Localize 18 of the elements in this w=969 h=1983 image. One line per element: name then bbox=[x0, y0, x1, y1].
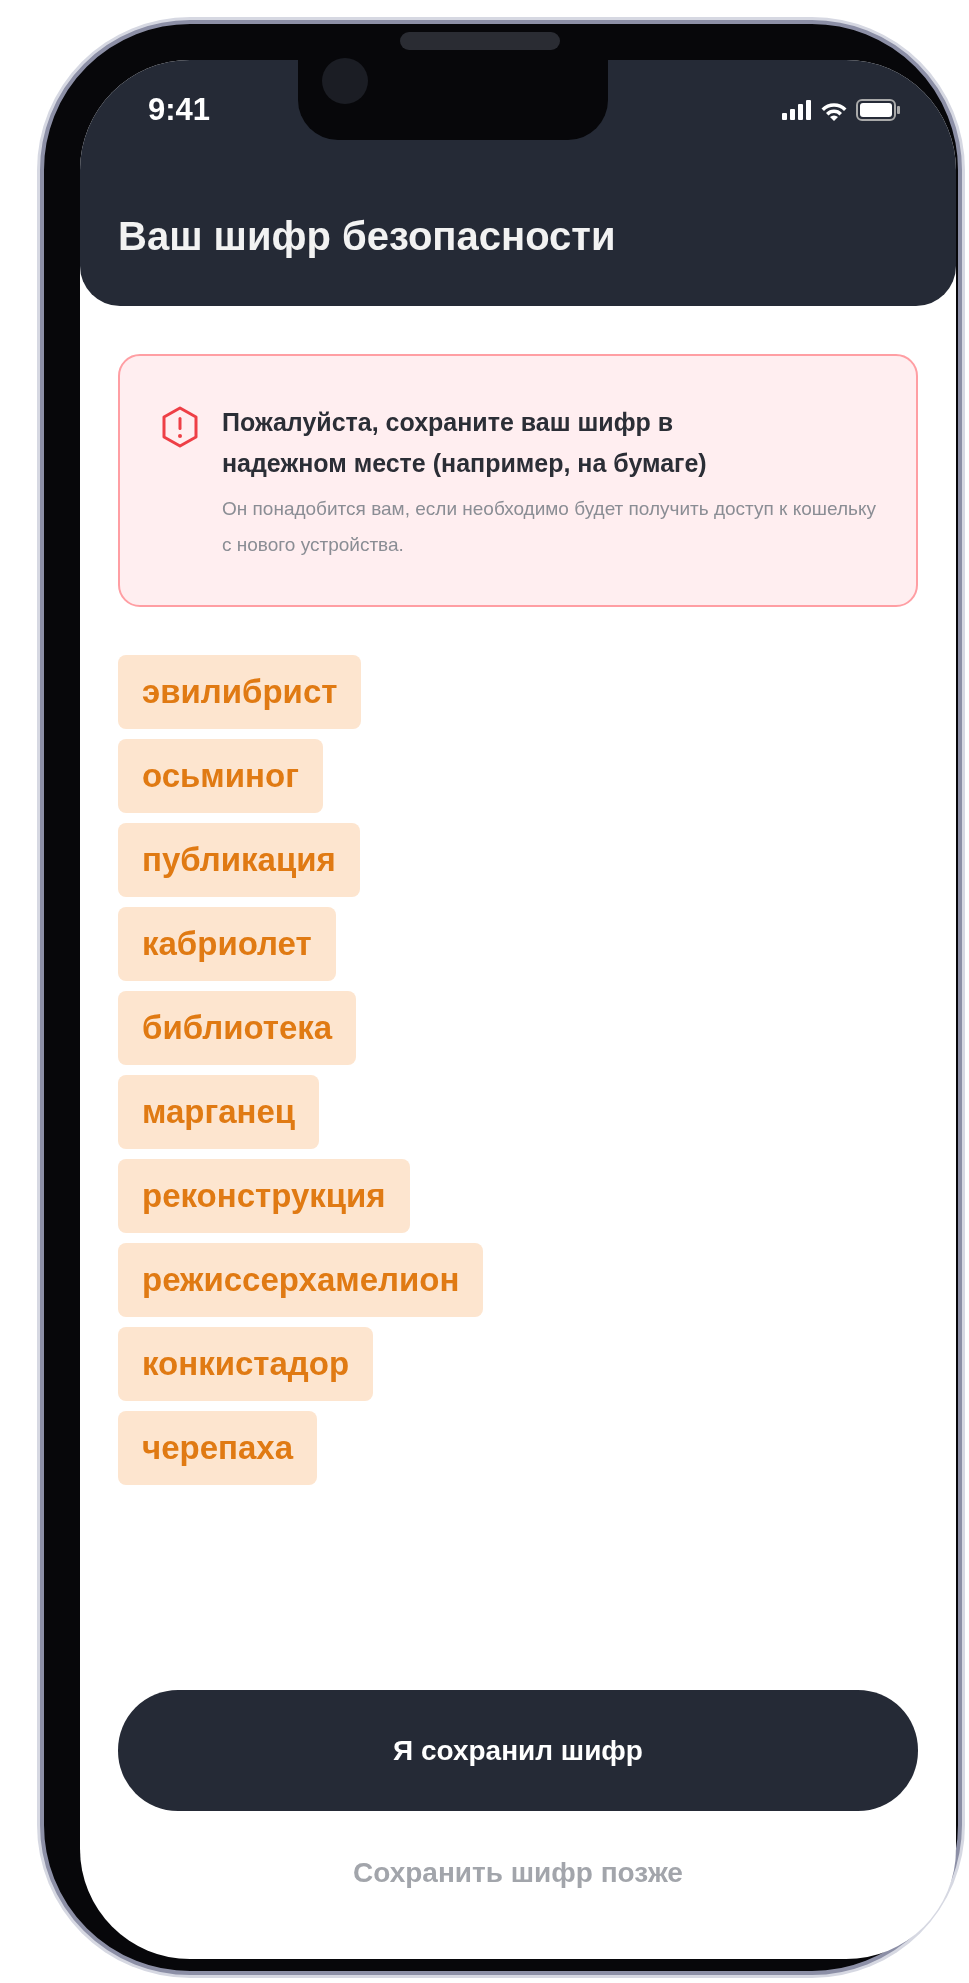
battery-icon bbox=[856, 99, 900, 121]
warning-icon bbox=[160, 406, 200, 448]
saved-cipher-button[interactable]: Я сохранил шифр bbox=[118, 1690, 918, 1811]
signal-icon bbox=[782, 100, 812, 120]
seed-word: черепаха bbox=[118, 1411, 317, 1486]
seed-word: публикация bbox=[118, 823, 360, 898]
seed-word: эвилибрист bbox=[118, 655, 362, 730]
status-time: 9:41 bbox=[148, 90, 211, 129]
warning-text: Он понадобится вам, если необходимо будет получить доступ к кошельку с нового устройства. bbox=[222, 497, 876, 558]
seed-word: реконструкция bbox=[118, 1159, 410, 1234]
seed-word: режиссерхамелион bbox=[118, 1243, 484, 1318]
seed-word: конкистадор bbox=[118, 1327, 374, 1402]
seed-word: библиотека bbox=[118, 991, 357, 1066]
seed-word: марганец bbox=[118, 1075, 320, 1150]
seed-word: кабриолет bbox=[118, 907, 336, 982]
warning-title: Пожалуйста, сохраните ваш шифр в надежном месте (например, на бумаге) bbox=[222, 407, 708, 479]
seed-word: осьминог bbox=[118, 739, 323, 814]
screen-title: Ваш шифр безопасности bbox=[118, 213, 617, 260]
